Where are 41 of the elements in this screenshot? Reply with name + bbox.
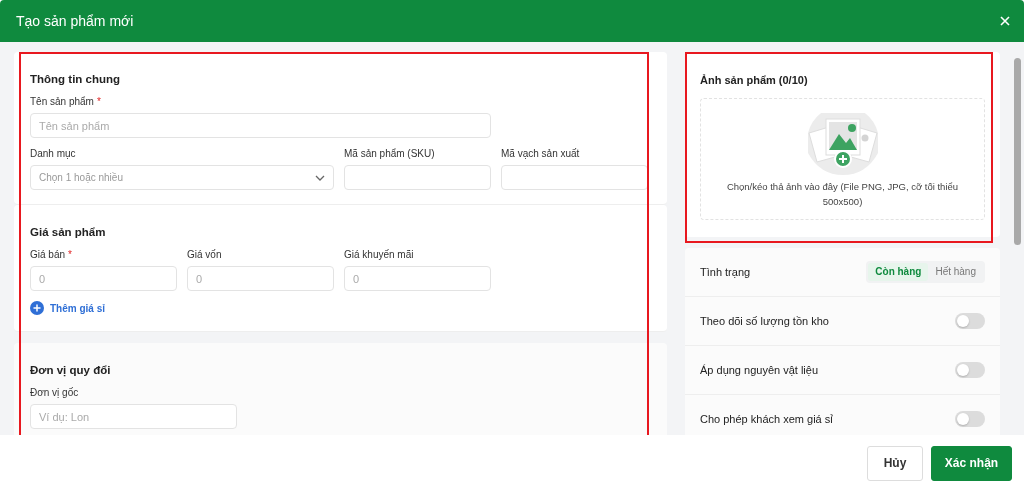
input-field[interactable]: 0 xyxy=(344,266,491,291)
confirm-button[interactable]: Xác nhận xyxy=(931,445,1012,481)
section-title: Đơn vị quy đổi xyxy=(30,364,111,376)
section-title: Thông tin chung xyxy=(30,73,121,85)
field-label: Mã sản phẩm (SKU) xyxy=(344,148,435,159)
input-field[interactable] xyxy=(501,165,648,190)
card-title: Ảnh sản phẩm (0/10) xyxy=(700,74,808,86)
status-option[interactable]: Hết hàng xyxy=(928,263,983,281)
field-label: Giá vốn xyxy=(187,249,222,260)
input-field[interactable]: Ví dụ: Lon xyxy=(30,404,237,429)
required-mark: * xyxy=(96,96,101,107)
field-label: Danh mục xyxy=(30,148,76,159)
toggle-switch[interactable] xyxy=(955,362,985,378)
field-label: Giá bán xyxy=(30,249,66,260)
setting-label: Theo dõi số lượng tồn kho xyxy=(700,315,829,327)
image-upload-icon xyxy=(805,113,880,175)
chevron-down-icon xyxy=(315,174,325,181)
setting-label: Tình trạng xyxy=(700,266,751,278)
required-mark: * xyxy=(68,249,72,260)
setting-label: Áp dụng nguyên vật liệu xyxy=(700,364,819,376)
image-drop-zone[interactable]: Chọn/kéo thả ảnh vào đây (File PNG, JPG, cỡ tối thiểu 500x500) xyxy=(700,98,985,220)
cancel-button[interactable]: Hủy xyxy=(867,445,923,481)
field-label: Mã vạch sản xuất xyxy=(501,148,580,159)
dialog-title: Tạo sản phẩm mới xyxy=(16,13,134,29)
upload-hint: Chọn/kéo thả ảnh vào đây (File PNG, JPG, cỡ tối thiểu 500x500) xyxy=(725,180,960,209)
input-field[interactable]: Tên sản phẩm xyxy=(30,113,491,138)
add-wholesale-price-link[interactable]: Thêm giá sỉ xyxy=(30,301,105,315)
field-label: Tên sản phẩm xyxy=(30,96,94,107)
input-field[interactable]: 0 xyxy=(187,266,334,291)
toggle-switch[interactable] xyxy=(955,313,985,329)
status-option[interactable]: Còn hàng xyxy=(868,263,929,281)
toggle-switch[interactable] xyxy=(955,411,985,427)
input-field[interactable] xyxy=(344,165,491,190)
plus-circle-icon xyxy=(30,301,44,315)
close-icon[interactable] xyxy=(1000,16,1010,26)
section-title: Giá sản phẩm xyxy=(30,226,106,238)
input-field[interactable]: 0 xyxy=(30,266,177,291)
field-label: Đơn vị gốc xyxy=(30,387,79,398)
field-label: Giá khuyến mãi xyxy=(344,249,414,260)
setting-label: Cho phép khách xem giá sỉ xyxy=(700,413,833,425)
category-select[interactable]: Chọn 1 hoặc nhiều xyxy=(30,165,334,190)
